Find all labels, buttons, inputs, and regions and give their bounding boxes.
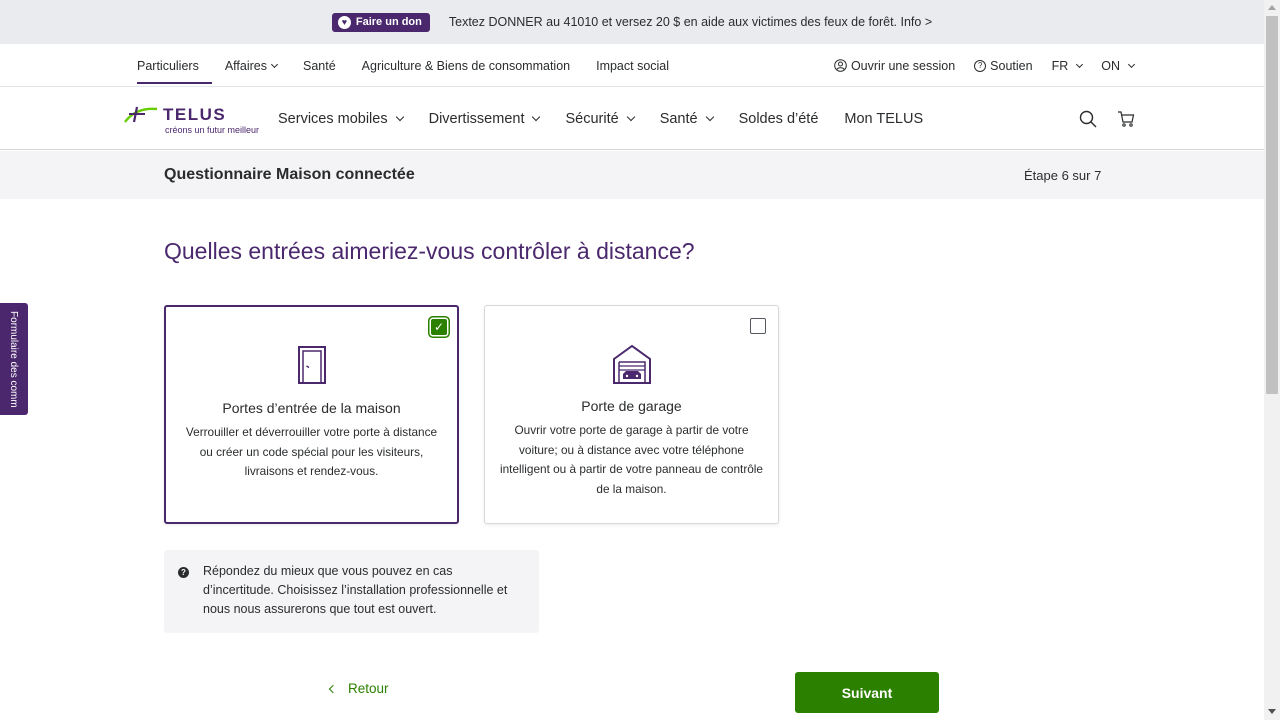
language-select[interactable]: FR (1051, 58, 1084, 73)
donate-button-label: Faire un don (355, 16, 422, 28)
option-title: Porte de garage (581, 398, 682, 414)
quiz-step-indicator: Étape 6 sur 7 (1024, 168, 1102, 183)
back-link[interactable]: Retour (328, 681, 389, 696)
region-select[interactable]: ON (1101, 58, 1136, 73)
util-tab-particuliers[interactable]: Particuliers (124, 44, 212, 87)
language-label: FR (1051, 58, 1069, 73)
help-icon: ? (974, 59, 987, 72)
chevron-down-icon (626, 112, 635, 121)
nav-divertissement[interactable]: Divertissement (428, 110, 541, 127)
telus-logo-mark (124, 106, 158, 123)
question-circle-icon: ? (178, 567, 189, 578)
option-checkbox-front-doors[interactable]: ✓ (431, 319, 447, 335)
signin-label: Ouvrir une session (850, 58, 956, 73)
nav-item-label: Sécurité (565, 110, 619, 127)
chevron-down-icon (532, 112, 541, 121)
nav-sante[interactable]: Santé (659, 110, 714, 127)
search-icon (1079, 110, 1097, 128)
search-button[interactable] (1078, 109, 1098, 129)
option-title: Portes d’entrée de la maison (222, 400, 401, 416)
support-link[interactable]: ? Soutien (974, 58, 1033, 73)
chevron-down-icon (705, 112, 714, 121)
cart-icon (1118, 111, 1135, 127)
cart-button[interactable] (1116, 109, 1136, 129)
next-button[interactable]: Suivant (795, 672, 939, 713)
nav-services-mobiles[interactable]: Services mobiles (278, 110, 404, 127)
utility-nav: Particuliers Affaires Santé Agriculture … (0, 44, 1264, 87)
nav-item-label: Soldes d’été (738, 110, 819, 127)
page-scrollbar[interactable] (1264, 0, 1280, 720)
quiz-header: Questionnaire Maison connectée Étape 6 s… (0, 151, 1264, 199)
util-tab-label: Affaires (224, 58, 267, 73)
chevron-down-icon (270, 60, 279, 68)
util-tab-agriculture[interactable]: Agriculture & Biens de consommation (349, 44, 583, 87)
scroll-down-arrow-icon[interactable] (1268, 709, 1276, 714)
nav-item-label: Divertissement (428, 110, 525, 127)
chevron-down-icon (1127, 60, 1136, 68)
scroll-thumb[interactable] (1266, 16, 1278, 394)
chevron-down-icon (1076, 60, 1084, 68)
util-tab-label: Impact social (596, 58, 670, 73)
next-label: Suivant (841, 684, 893, 701)
util-tab-label: Santé (302, 58, 336, 73)
nav-item-label: Mon TELUS (844, 110, 924, 127)
feedback-tab[interactable]: Formulaire des commentaires (0, 303, 28, 415)
page: ♥ Faire un don Textez DONNER au 41010 et… (0, 0, 1264, 720)
door-icon (297, 345, 327, 390)
util-tab-label: Particuliers (137, 58, 199, 73)
promo-link[interactable]: Textez DONNER au 41010 et versez 20 $ en… (449, 15, 932, 29)
nav-soldes-ete[interactable]: Soldes d’été (739, 111, 819, 127)
option-description: Ouvrir votre porte de garage à partir de… (500, 423, 763, 496)
logo-tagline: créons un futur meilleur (165, 125, 260, 135)
hint-text: Répondez du mieux que vous pouvez en cas… (203, 564, 508, 616)
hint-box: ? Répondez du mieux que vous pouvez en c… (164, 550, 539, 633)
quiz-title: Questionnaire Maison connectée (164, 166, 415, 183)
telus-logo[interactable]: TELUS créons un futur meilleur (123, 105, 259, 137)
signin-link[interactable]: Ouvrir une session (834, 59, 955, 73)
chevron-left-icon (328, 684, 338, 693)
nav-item-label: Santé (659, 110, 698, 127)
option-checkbox-garage-door[interactable] (750, 318, 766, 334)
option-card-front-doors[interactable]: ✓ Portes d’entrée de la maison Verrouill… (164, 305, 459, 524)
back-label: Retour (348, 681, 389, 696)
nav-securite[interactable]: Sécurité (565, 110, 635, 127)
garage-icon (612, 344, 652, 389)
util-tab-sante[interactable]: Santé (290, 44, 349, 87)
chevron-down-icon (395, 112, 404, 121)
question-heading: Quelles entrées aimeriez-vous contrôler … (164, 238, 695, 264)
main-nav: TELUS créons un futur meilleur Services … (0, 87, 1264, 150)
support-label: Soutien (990, 58, 1033, 73)
util-tab-impact-social[interactable]: Impact social (583, 44, 682, 87)
donate-button[interactable]: ♥ Faire un don (331, 12, 430, 32)
logo-wordmark: TELUS (163, 105, 227, 124)
promo-banner: ♥ Faire un don Textez DONNER au 41010 et… (0, 0, 1264, 44)
region-label: ON (1101, 58, 1120, 73)
util-tab-label: Agriculture & Biens de consommation (361, 58, 571, 73)
option-card-garage-door[interactable]: Porte de garage Ouvrir votre porte de ga… (484, 305, 779, 524)
user-icon (834, 59, 847, 72)
feedback-tab-label: Formulaire des commentaires (8, 311, 19, 407)
heart-icon: ♥ (337, 15, 351, 29)
scroll-up-arrow-icon[interactable] (1268, 5, 1276, 10)
nav-item-label: Services mobiles (278, 110, 388, 127)
util-tab-affaires[interactable]: Affaires (212, 44, 290, 87)
option-description: Verrouiller et déverrouiller votre porte… (185, 425, 438, 478)
nav-mon-telus[interactable]: Mon TELUS (844, 111, 923, 127)
